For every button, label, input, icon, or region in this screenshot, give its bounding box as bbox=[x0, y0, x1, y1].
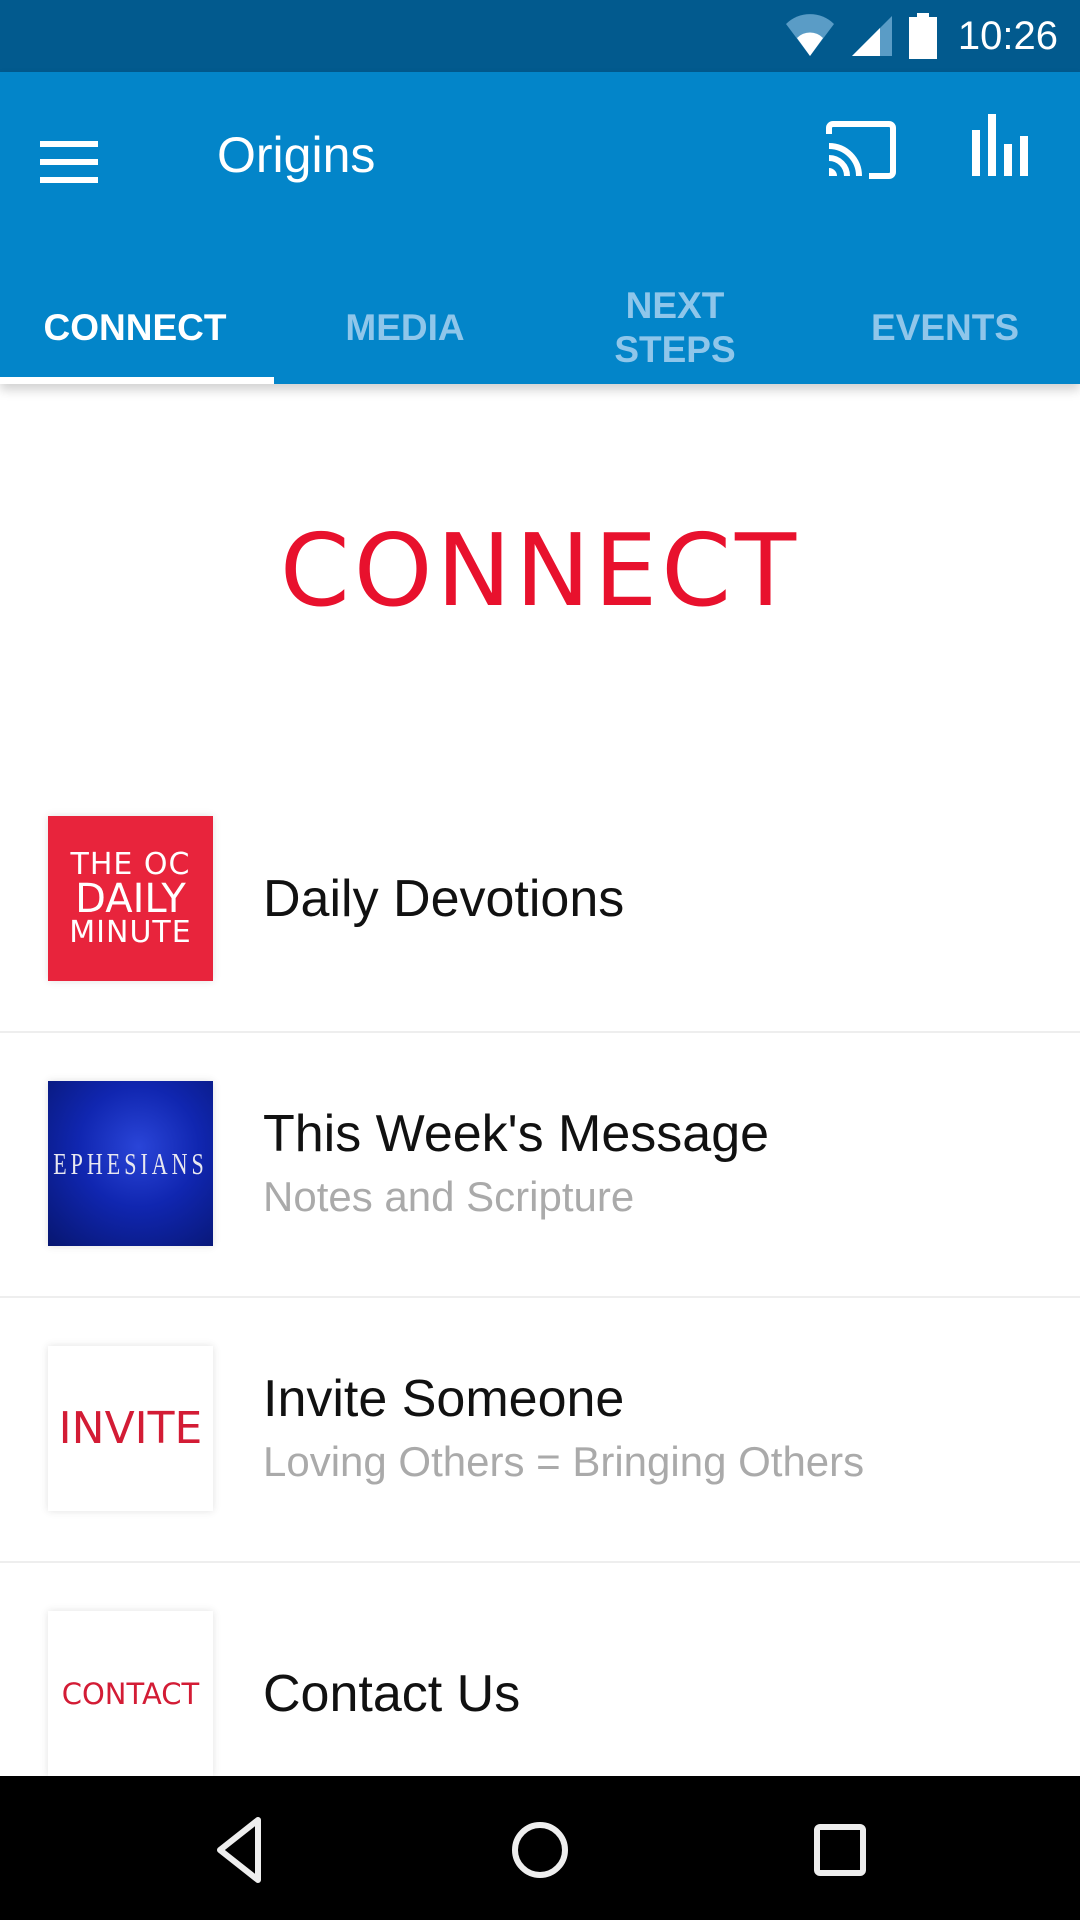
tab-events[interactable]: EVENTS bbox=[810, 272, 1080, 384]
list-item-invite-someone[interactable]: INVITE Invite Someone Loving Others = Br… bbox=[0, 1298, 1080, 1563]
banner-title: CONNECT bbox=[279, 511, 801, 629]
wifi-icon bbox=[785, 14, 834, 57]
thumb-line: INVITE bbox=[58, 1403, 203, 1454]
item-title: This Week's Message bbox=[263, 1105, 770, 1163]
battery-icon bbox=[908, 13, 937, 59]
cell-signal-icon bbox=[851, 16, 892, 56]
system-nav-bar bbox=[0, 1776, 1080, 1920]
invite-thumbnail: INVITE bbox=[48, 1346, 213, 1511]
tab-media[interactable]: MEDIA bbox=[270, 272, 540, 384]
ephesians-thumbnail: EPHESIANS bbox=[48, 1081, 213, 1246]
back-button[interactable] bbox=[200, 1810, 280, 1890]
status-bar: 10:26 bbox=[0, 0, 1080, 72]
stats-button[interactable] bbox=[972, 114, 1042, 190]
home-button[interactable] bbox=[500, 1810, 580, 1890]
item-text: This Week's Message Notes and Scripture bbox=[263, 1103, 769, 1225]
tab-label: EVENTS bbox=[870, 307, 1020, 348]
item-text: Contact Us bbox=[263, 1663, 520, 1725]
app-bar: Origins CONNECT MEDIA NEXT STEPS EVENTS bbox=[0, 72, 1080, 384]
item-text: Invite Someone Loving Others = Bringing … bbox=[263, 1368, 864, 1490]
item-title: Daily Devotions bbox=[263, 870, 625, 928]
thumb-line: EPHESIANS bbox=[53, 1145, 208, 1181]
tab-bar: CONNECT MEDIA NEXT STEPS EVENTS bbox=[0, 272, 1080, 384]
tab-next-steps[interactable]: NEXT STEPS bbox=[540, 272, 810, 384]
item-subtitle: Loving Others = Bringing Others bbox=[263, 1438, 865, 1485]
app-title: Origins bbox=[217, 127, 376, 183]
cast-button[interactable] bbox=[825, 120, 905, 188]
status-time: 10:26 bbox=[957, 13, 1058, 58]
item-text: Daily Devotions bbox=[263, 868, 624, 930]
connect-banner: CONNECT bbox=[0, 420, 1080, 720]
tab-label: MEDIA bbox=[345, 307, 465, 348]
home-icon bbox=[512, 1822, 568, 1878]
item-title: Invite Someone bbox=[263, 1370, 625, 1428]
hamburger-menu-icon bbox=[40, 141, 98, 183]
daily-minute-thumbnail: THE OC DAILY MINUTE bbox=[48, 816, 213, 981]
recents-icon bbox=[814, 1824, 866, 1876]
tab-connect[interactable]: CONNECT bbox=[0, 272, 274, 384]
bar-chart-icon bbox=[972, 114, 1028, 176]
recents-button[interactable] bbox=[800, 1810, 880, 1890]
thumb-line: CONTACT bbox=[61, 1676, 200, 1711]
thumb-line: DAILY bbox=[75, 875, 186, 922]
thumb-line: MINUTE bbox=[69, 914, 192, 950]
item-title: Contact Us bbox=[263, 1665, 521, 1723]
tab-label: NEXT STEPS bbox=[614, 285, 736, 370]
menu-button[interactable] bbox=[40, 122, 128, 202]
connect-list: THE OC DAILY MINUTE Daily Devotions EPHE… bbox=[0, 768, 1080, 1826]
list-item-daily-devotions[interactable]: THE OC DAILY MINUTE Daily Devotions bbox=[0, 768, 1080, 1033]
active-tab-indicator bbox=[0, 377, 274, 384]
list-item-this-weeks-message[interactable]: EPHESIANS This Week's Message Notes and … bbox=[0, 1033, 1080, 1298]
cast-icon bbox=[826, 121, 896, 179]
back-icon bbox=[217, 1817, 261, 1883]
item-subtitle: Notes and Scripture bbox=[263, 1173, 635, 1220]
contact-thumbnail: CONTACT bbox=[48, 1611, 213, 1776]
tab-label: CONNECT bbox=[43, 307, 227, 348]
status-icons: 10:26 bbox=[784, 0, 1058, 72]
